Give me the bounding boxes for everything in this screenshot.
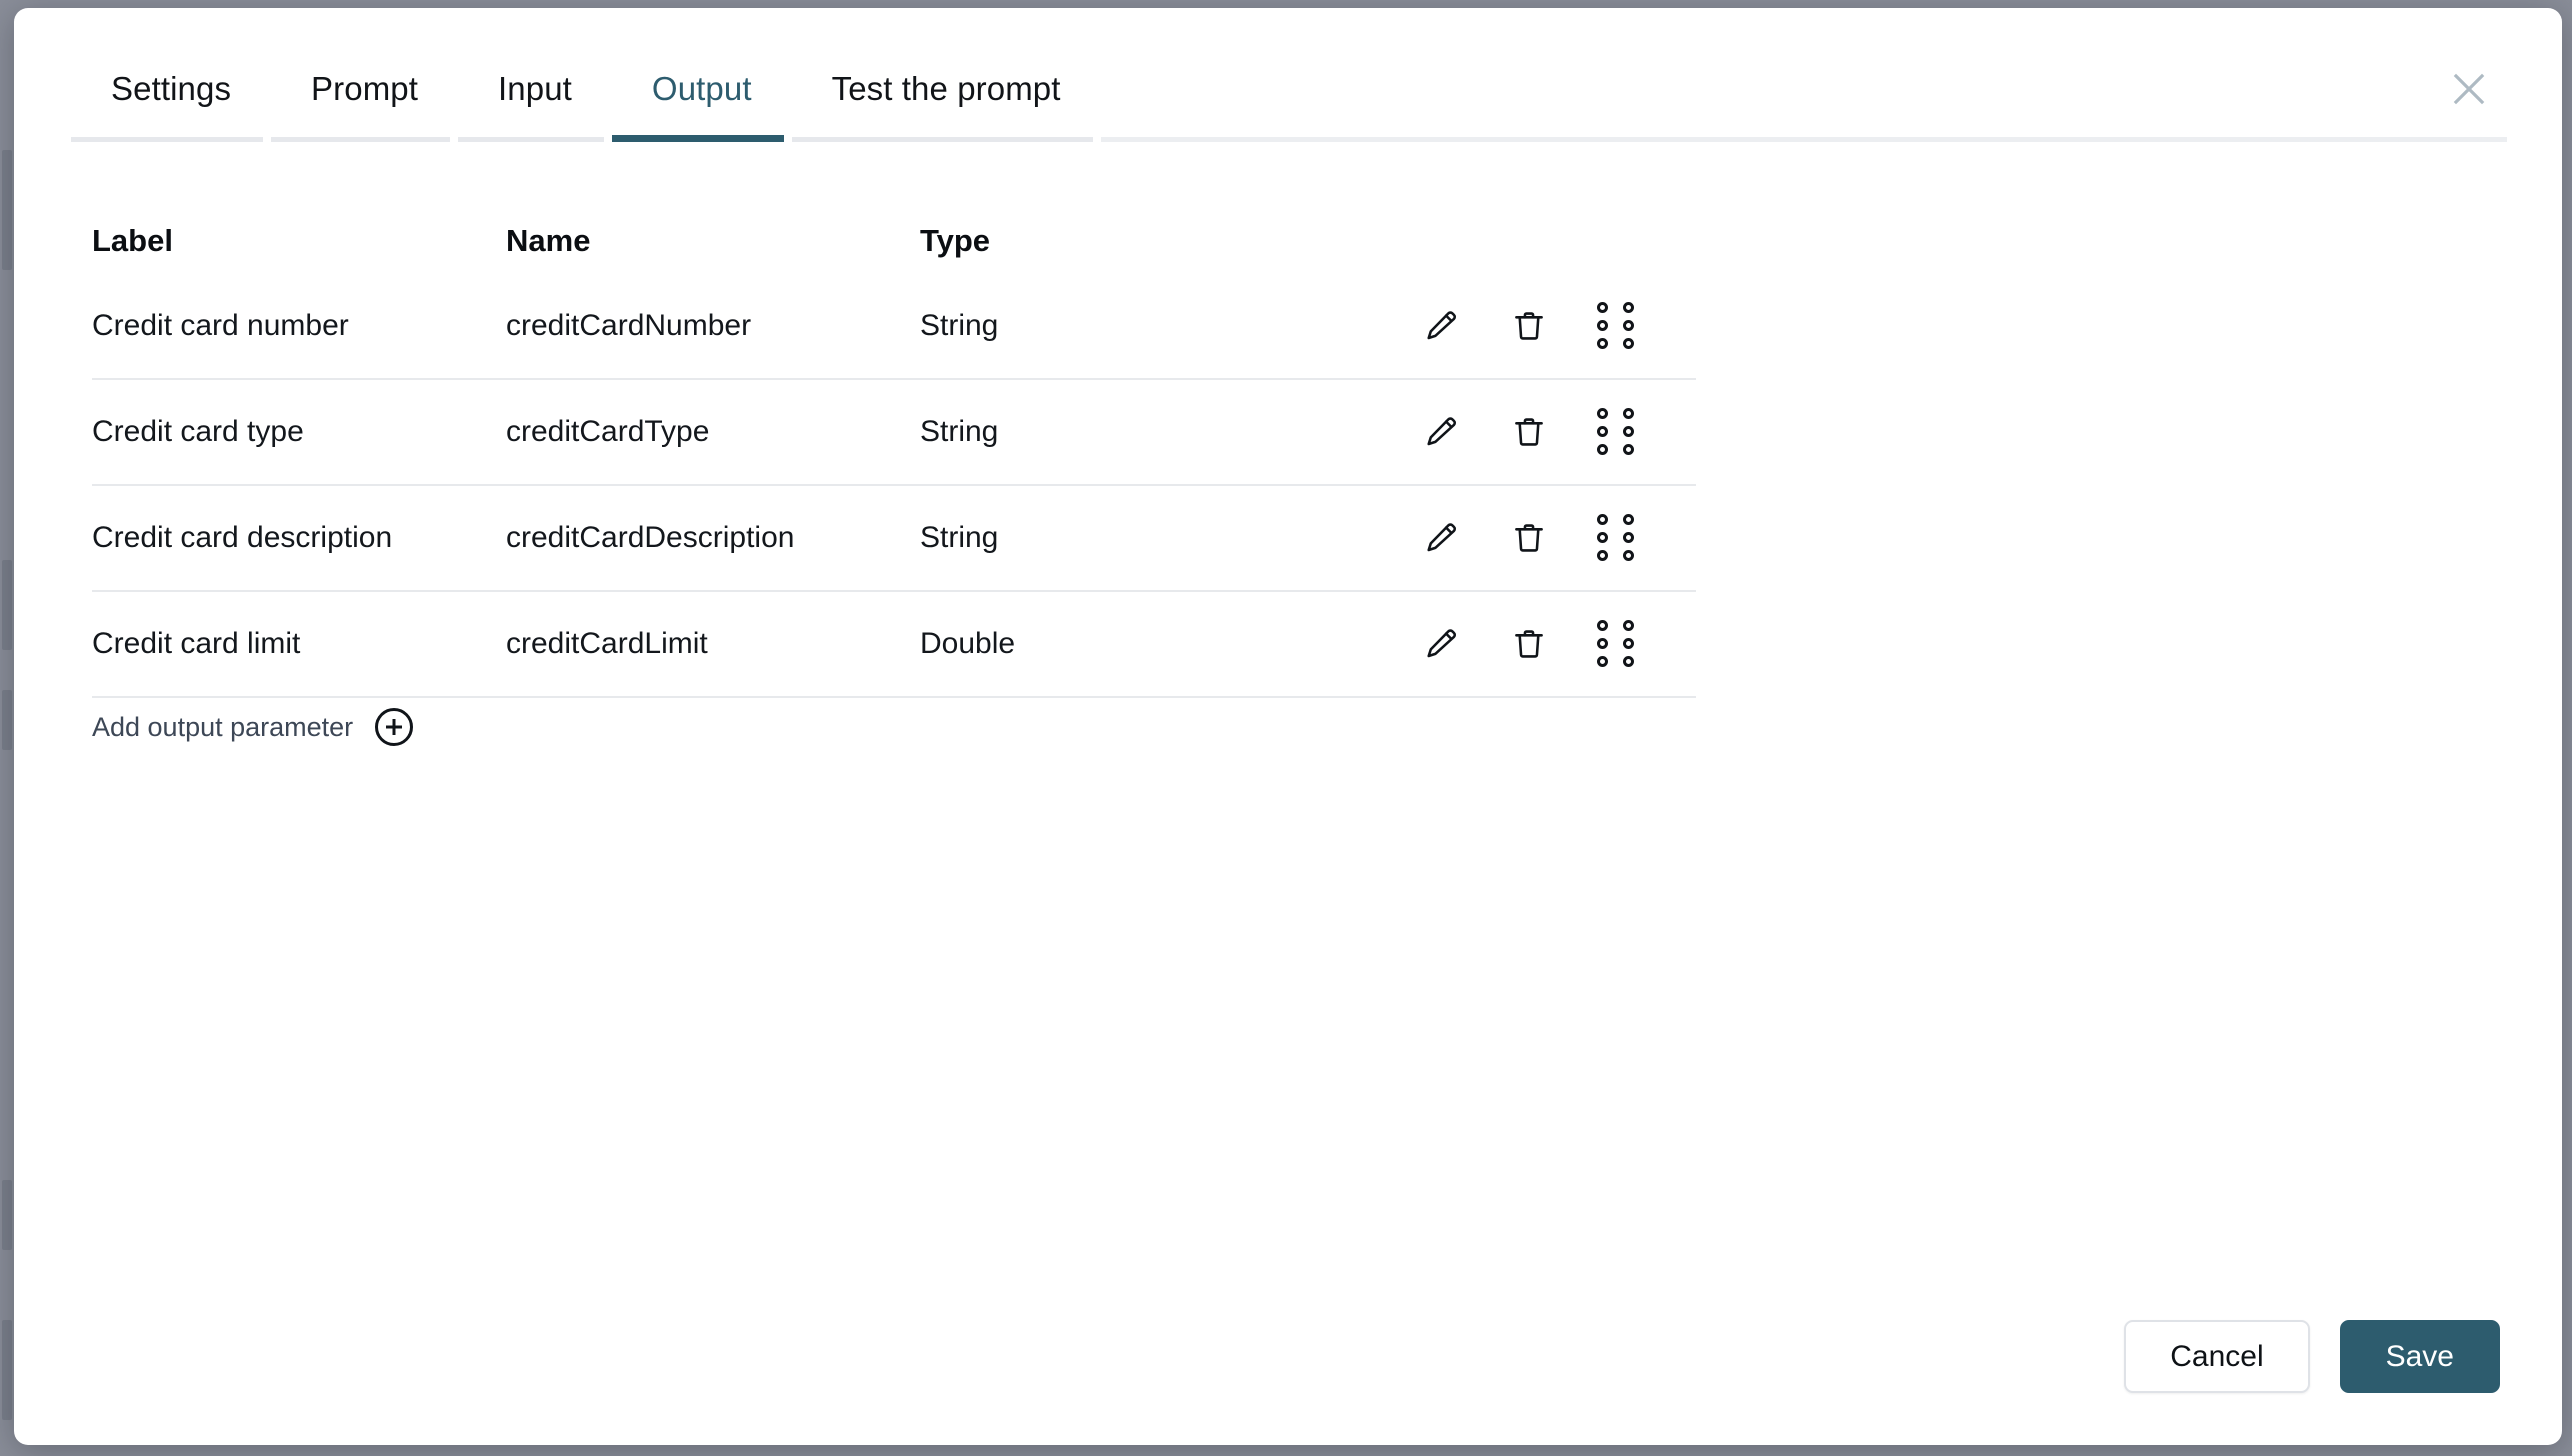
- tab-prompt-label: Prompt: [311, 70, 419, 107]
- pencil-icon[interactable]: [1418, 303, 1464, 349]
- backdrop-ghost-element: [2, 1320, 12, 1420]
- tab-input-label: Input: [498, 70, 572, 107]
- tab-bar-filler: [1100, 137, 2507, 142]
- trash-icon[interactable]: [1506, 409, 1552, 455]
- drag-handle-icon[interactable]: [1594, 620, 1640, 667]
- backdrop-ghost-element: [2, 1180, 12, 1250]
- row-label: Credit card number: [92, 309, 349, 342]
- tab-output[interactable]: Output: [611, 70, 792, 142]
- table-row[interactable]: Credit card description creditCardDescri…: [92, 486, 1696, 592]
- column-header-label: Label: [92, 223, 173, 258]
- tab-settings-label: Settings: [111, 70, 232, 107]
- backdrop-ghost-element: [2, 690, 12, 750]
- tab-test-the-prompt[interactable]: Test the prompt: [791, 70, 1101, 142]
- table-row[interactable]: Credit card number creditCardNumber Stri…: [92, 274, 1696, 380]
- column-header-type: Type: [920, 223, 991, 258]
- row-label: Credit card limit: [92, 627, 301, 660]
- save-button[interactable]: Save: [2339, 1320, 2500, 1393]
- row-type: String: [920, 309, 999, 342]
- pencil-icon[interactable]: [1418, 409, 1464, 455]
- output-parameters-table: Label Name Type Credit card number credi…: [92, 208, 1696, 698]
- trash-icon[interactable]: [1506, 515, 1552, 561]
- table-header-row: Label Name Type: [92, 208, 1696, 274]
- row-label: Credit card type: [92, 415, 304, 448]
- tab-output-label: Output: [651, 70, 752, 107]
- trash-icon[interactable]: [1506, 621, 1552, 667]
- drag-handle-icon[interactable]: [1594, 302, 1640, 349]
- add-output-parameter-label: Add output parameter: [92, 711, 354, 742]
- row-actions: [1406, 514, 1696, 561]
- row-actions: [1406, 620, 1696, 667]
- row-type: String: [920, 415, 999, 448]
- row-actions: [1406, 302, 1696, 349]
- table-row[interactable]: Credit card limit creditCardLimit Double: [92, 592, 1696, 698]
- pencil-icon[interactable]: [1418, 515, 1464, 561]
- row-name: creditCardDescription: [506, 521, 795, 554]
- cancel-button[interactable]: Cancel: [2124, 1320, 2310, 1393]
- row-actions: [1406, 408, 1696, 455]
- backdrop-ghost-element: [2, 150, 12, 270]
- row-name: creditCardLimit: [506, 627, 708, 660]
- pencil-icon[interactable]: [1418, 621, 1464, 667]
- table-row[interactable]: Credit card type creditCardType String: [92, 380, 1696, 486]
- tab-prompt[interactable]: Prompt: [271, 70, 458, 142]
- modal-footer: Cancel Save: [2124, 1320, 2500, 1393]
- row-type: String: [920, 521, 999, 554]
- tab-input[interactable]: Input: [458, 70, 612, 142]
- row-name: creditCardNumber: [506, 309, 752, 342]
- prompt-editor-modal: Settings Prompt Input Output Test the pr…: [14, 8, 2562, 1445]
- add-output-parameter-button[interactable]: Add output parameter: [92, 708, 414, 746]
- drag-handle-icon[interactable]: [1594, 408, 1640, 455]
- drag-handle-icon[interactable]: [1594, 514, 1640, 561]
- tab-bar: Settings Prompt Input Output Test the pr…: [71, 70, 2507, 142]
- column-header-name: Name: [506, 223, 591, 258]
- trash-icon[interactable]: [1506, 303, 1552, 349]
- row-label: Credit card description: [92, 521, 393, 554]
- plus-circle-icon[interactable]: [375, 708, 414, 746]
- tab-settings[interactable]: Settings: [71, 70, 271, 142]
- row-type: Double: [920, 627, 1016, 660]
- tab-test-the-prompt-label: Test the prompt: [831, 70, 1061, 107]
- row-name: creditCardType: [506, 415, 710, 448]
- backdrop-ghost-element: [2, 560, 12, 650]
